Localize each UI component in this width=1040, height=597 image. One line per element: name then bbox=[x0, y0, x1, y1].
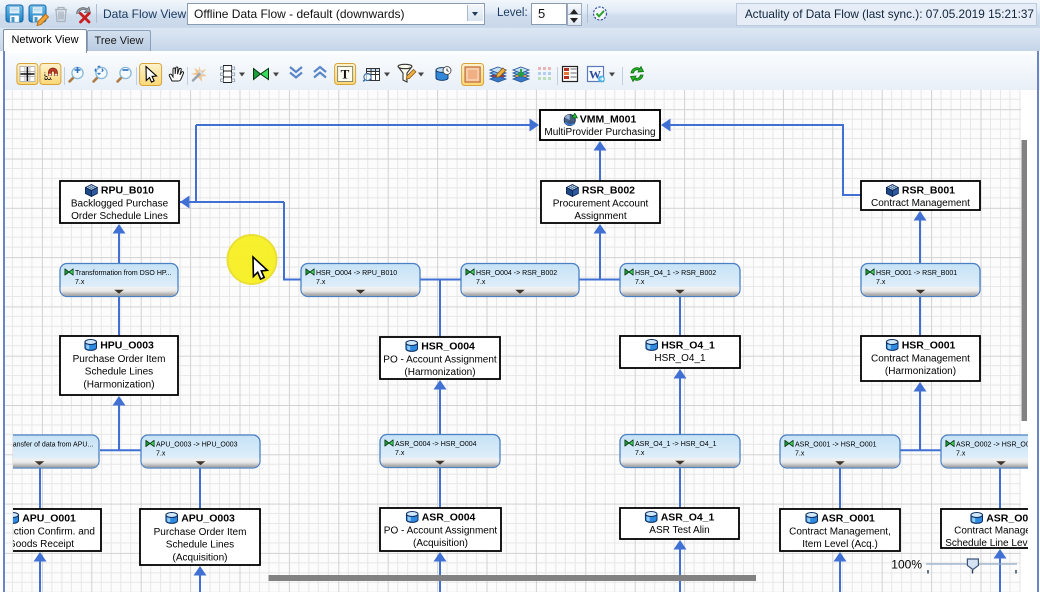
svg-text:Purchase Order Item: Purchase Order Item bbox=[73, 354, 166, 365]
svg-text:Contract Management,: Contract Management, bbox=[789, 526, 891, 537]
svg-text:7.x: 7.x bbox=[395, 450, 405, 457]
svg-text:RSR_B002: RSR_B002 bbox=[582, 185, 635, 197]
svg-text:Production Confirm. and: Production Confirm. and bbox=[0, 526, 95, 537]
svg-text:Contract Management,: Contract Management, bbox=[954, 526, 1040, 537]
svg-text:PO - Account Assignment: PO - Account Assignment bbox=[383, 354, 497, 365]
svg-text:T: T bbox=[341, 67, 350, 82]
svg-text:HPU_O003: HPU_O003 bbox=[100, 340, 154, 352]
svg-text:7.x: 7.x bbox=[316, 279, 326, 286]
svg-text:7.x: 7.x bbox=[476, 279, 486, 286]
svg-text:Purchase Order Item: Purchase Order Item bbox=[154, 527, 247, 538]
svg-text:7.x: 7.x bbox=[635, 279, 645, 286]
svg-text:HSR_O4_1: HSR_O4_1 bbox=[661, 340, 715, 352]
svg-text:Assignment: Assignment bbox=[574, 211, 626, 222]
svg-text:ASR Test Alin: ASR Test Alin bbox=[649, 525, 709, 536]
svg-text:VMM_M001: VMM_M001 bbox=[580, 114, 637, 126]
svg-text:ASR_O002 -> HSR_O001: ASR_O002 -> HSR_O001 bbox=[956, 441, 1038, 448]
svg-text:HSR_O001: HSR_O001 bbox=[902, 340, 956, 352]
svg-text:7.x: 7.x bbox=[795, 450, 805, 457]
svg-text:ASR_O4_1: ASR_O4_1 bbox=[661, 512, 715, 524]
svg-text:7.x: 7.x bbox=[75, 279, 85, 286]
svg-text:APU_O001: APU_O001 bbox=[22, 513, 76, 525]
svg-text:(Harmonization): (Harmonization) bbox=[885, 366, 956, 377]
svg-text:HSR_O004: HSR_O004 bbox=[421, 341, 475, 353]
svg-text:HSR_O001 -> RSR_B001: HSR_O001 -> RSR_B001 bbox=[876, 270, 957, 277]
svg-text:Order Schedule Lines: Order Schedule Lines bbox=[71, 211, 168, 222]
svg-text:HSR_O004 -> RSR_B002: HSR_O004 -> RSR_B002 bbox=[476, 270, 557, 277]
svg-text:(Acquisition): (Acquisition) bbox=[413, 538, 468, 549]
svg-text:Item Level (Acq.): Item Level (Acq.) bbox=[802, 539, 878, 550]
svg-text:ASR_O004 -> HSR_O004: ASR_O004 -> HSR_O004 bbox=[395, 441, 477, 448]
svg-text:Transformation from DSO HP...: Transformation from DSO HP... bbox=[75, 270, 172, 277]
svg-text:APU_O003: APU_O003 bbox=[181, 513, 235, 525]
svg-text:HSR_O4_1: HSR_O4_1 bbox=[654, 353, 706, 364]
svg-text:Goods Receipt: Goods Receipt bbox=[8, 539, 74, 550]
svg-text:ASR_O4_1 -> HSR_O4_1: ASR_O4_1 -> HSR_O4_1 bbox=[635, 441, 717, 448]
svg-text:100%: 100% bbox=[891, 558, 922, 572]
svg-text:RPU_B010: RPU_B010 bbox=[101, 185, 154, 197]
svg-text:7.x: 7.x bbox=[956, 450, 966, 457]
svg-text:(Harmonization): (Harmonization) bbox=[404, 367, 475, 378]
svg-text:(Acquisition): (Acquisition) bbox=[172, 552, 227, 563]
svg-text:PO - Account Assignment: PO - Account Assignment bbox=[384, 525, 498, 536]
svg-text:Backlogged Purchase: Backlogged Purchase bbox=[71, 198, 169, 209]
svg-text:Schedule Lines: Schedule Lines bbox=[85, 367, 153, 378]
svg-text:Schedule Line Level (Acq.): Schedule Line Level (Acq.) bbox=[945, 538, 1040, 549]
svg-text:HSR_O4_1 -> RSR_B002: HSR_O4_1 -> RSR_B002 bbox=[635, 270, 716, 277]
svg-text:ASR_O001 -> HSR_O001: ASR_O001 -> HSR_O001 bbox=[795, 441, 877, 448]
svg-text:Schedule Lines: Schedule Lines bbox=[166, 540, 234, 551]
svg-text:Contract Management: Contract Management bbox=[871, 198, 970, 209]
svg-text:7.x: 7.x bbox=[156, 450, 166, 457]
svg-text:Procurement Account: Procurement Account bbox=[553, 198, 649, 209]
svg-text:7.x: 7.x bbox=[876, 279, 886, 286]
svg-text:Transfer of data from APU...: Transfer of data from APU... bbox=[6, 441, 93, 448]
svg-text:RSR_B001: RSR_B001 bbox=[902, 185, 955, 197]
svg-text:APU_O003 -> HPU_O003: APU_O003 -> HPU_O003 bbox=[156, 441, 238, 448]
svg-text:Contract Management: Contract Management bbox=[871, 353, 970, 364]
svg-text:MultiProvider Purchasing: MultiProvider Purchasing bbox=[544, 127, 655, 138]
svg-text:7.x: 7.x bbox=[635, 450, 645, 457]
svg-text:ASR_O004: ASR_O004 bbox=[422, 512, 476, 524]
svg-text:(Harmonization): (Harmonization) bbox=[83, 379, 154, 390]
svg-text:HSR_O004 -> RPU_B010: HSR_O004 -> RPU_B010 bbox=[316, 270, 397, 277]
svg-text:ASR_O001: ASR_O001 bbox=[821, 513, 875, 525]
